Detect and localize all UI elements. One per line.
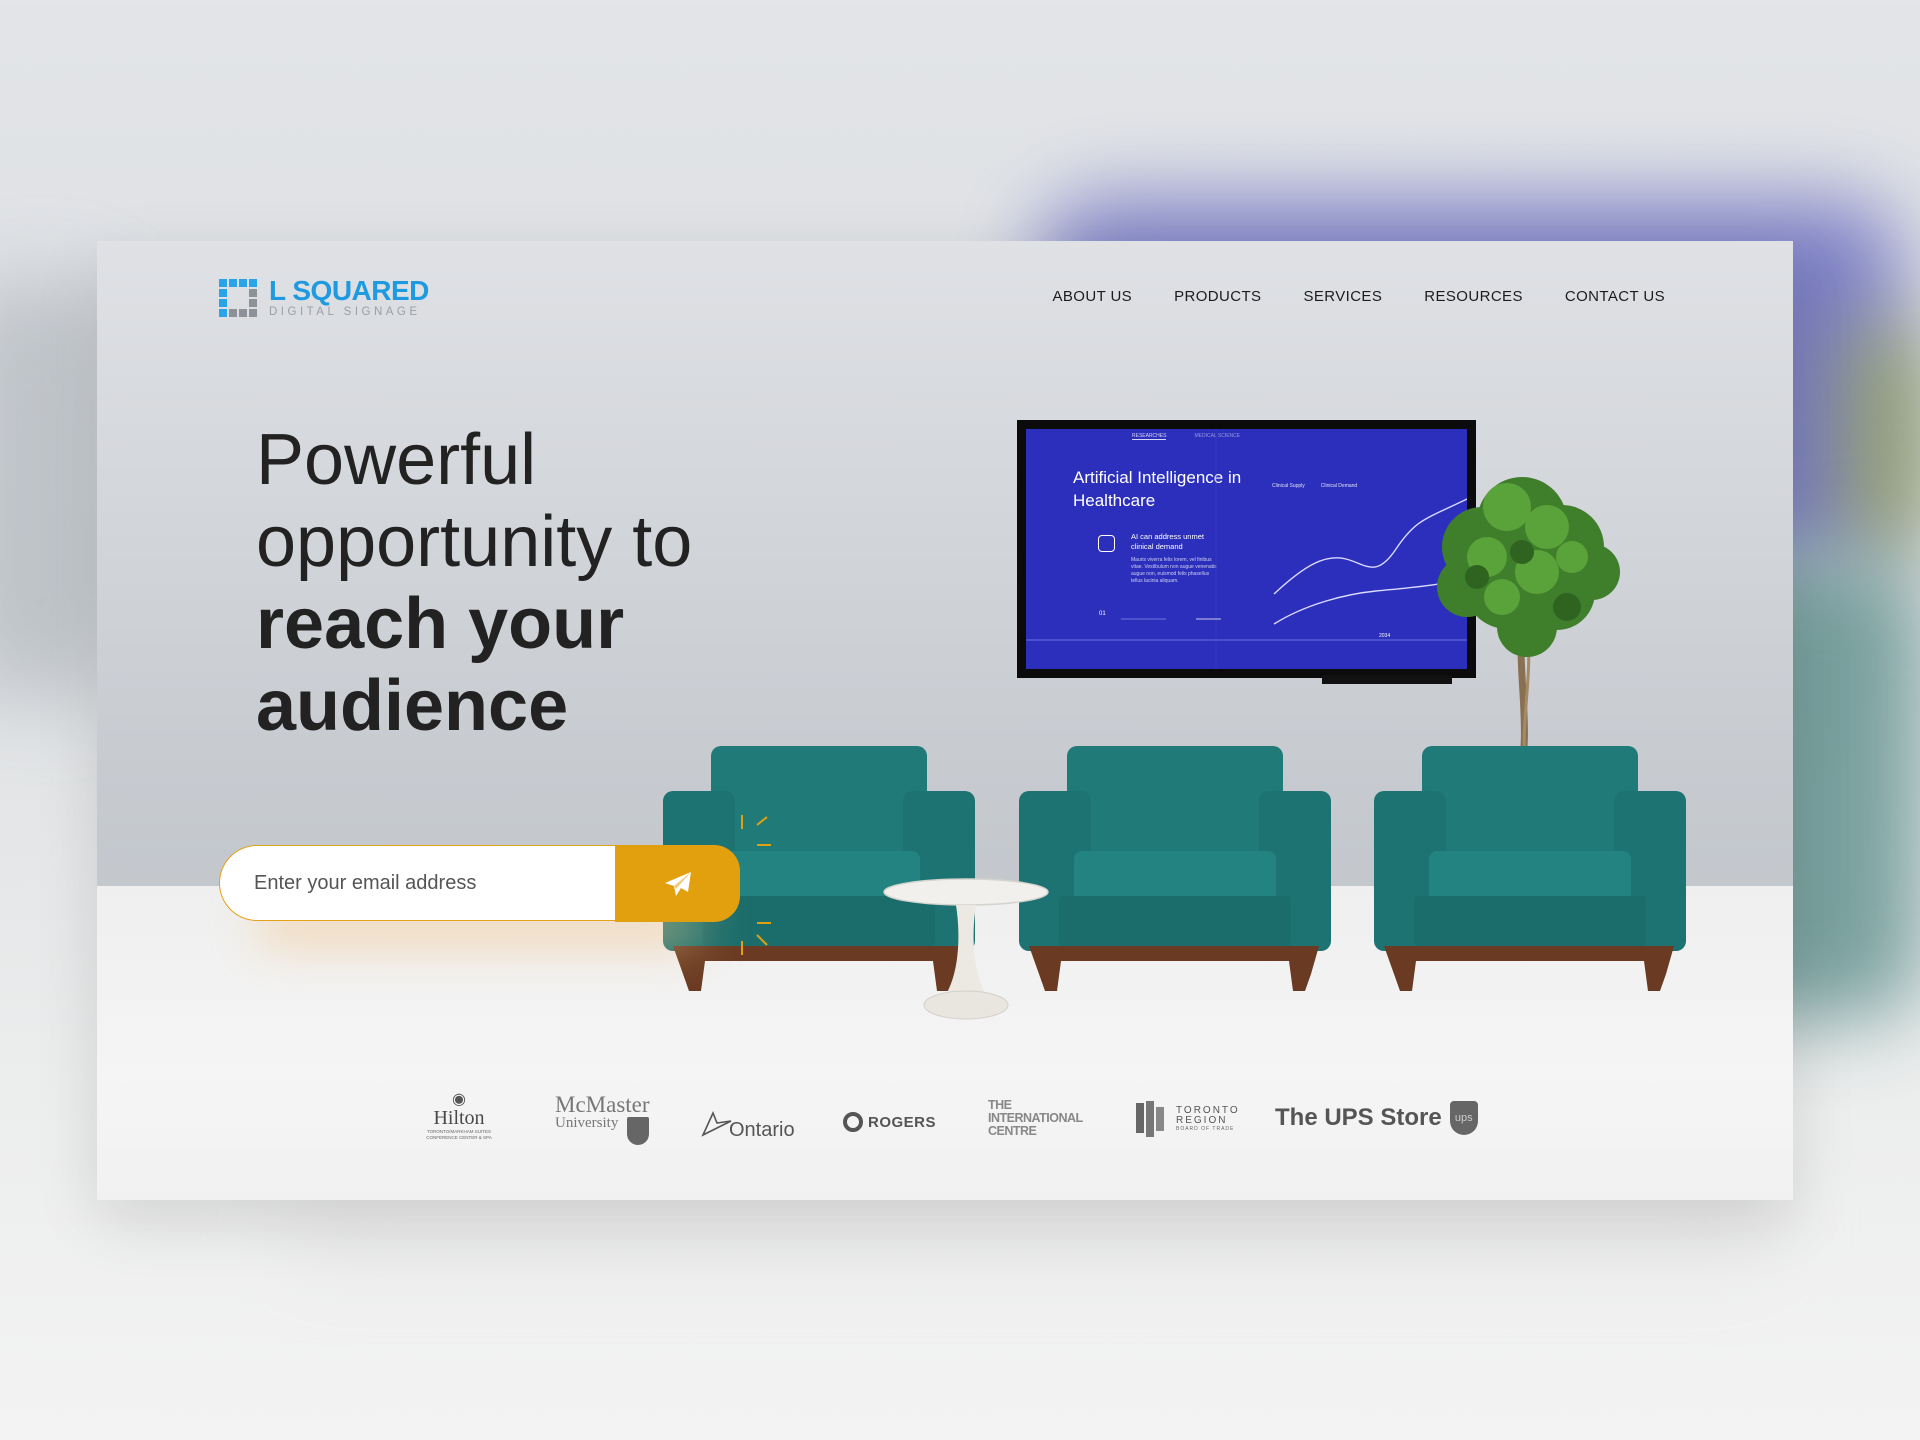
hilton-emblem-icon: ◉ bbox=[452, 1091, 466, 1108]
main-nav: ABOUT US PRODUCTS SERVICES RESOURCES CON… bbox=[1052, 288, 1665, 305]
hero-line: Powerful bbox=[256, 420, 537, 500]
paper-plane-icon bbox=[664, 871, 691, 896]
brand-tagline: DIGITAL SIGNAGE bbox=[269, 306, 421, 318]
nav-resources[interactable]: RESOURCES bbox=[1424, 288, 1523, 305]
landing-page-card: L SQUARED DIGITAL SIGNAGE ABOUT US PRODU… bbox=[97, 241, 1793, 1200]
trillium-icon bbox=[701, 1110, 732, 1137]
toronto-region-icon bbox=[1136, 1101, 1164, 1137]
armchair-right bbox=[1374, 746, 1686, 991]
nav-about-us[interactable]: ABOUT US bbox=[1052, 288, 1132, 305]
brand-name: L SQUARED bbox=[269, 275, 429, 306]
background-blur bbox=[1840, 320, 1920, 560]
logo-hilton: ◉ Hilton TORONTO/MARKHAM SUITES CONFEREN… bbox=[419, 1091, 499, 1141]
armchair-center bbox=[1019, 746, 1331, 991]
logo-international-centre: THE INTERNATIONAL CENTRE bbox=[988, 1098, 1083, 1138]
mcmaster-crest-icon bbox=[627, 1117, 649, 1145]
brand-logo[interactable]: L SQUARED DIGITAL SIGNAGE bbox=[219, 277, 429, 319]
logo-mark-icon bbox=[219, 279, 257, 317]
nav-contact-us[interactable]: CONTACT US bbox=[1565, 288, 1665, 305]
tv-screen: RESEARCHES MEDICAL SCIENCE Artificial In… bbox=[1026, 429, 1467, 669]
nav-products[interactable]: PRODUCTS bbox=[1174, 288, 1261, 305]
ups-shield-icon: ups bbox=[1449, 1101, 1478, 1135]
hero-line: audience bbox=[256, 666, 569, 746]
client-logos: ◉ Hilton TORONTO/MARKHAM SUITES CONFEREN… bbox=[97, 1089, 1793, 1159]
email-input[interactable] bbox=[219, 845, 615, 921]
email-signup bbox=[219, 815, 771, 955]
screen-chart-lines bbox=[1026, 429, 1467, 669]
sparkle-lines-icon bbox=[741, 815, 771, 955]
logo-rogers: ROGERS bbox=[842, 1111, 936, 1133]
logo-mcmaster: McMaster University bbox=[555, 1093, 650, 1145]
hero-headline: Powerful opportunity to reach your audie… bbox=[256, 419, 692, 747]
logo-toronto-region: TORONTO REGION BOARD OF TRADE bbox=[1132, 1099, 1238, 1139]
hero-line: opportunity to bbox=[256, 502, 693, 582]
nav-services[interactable]: SERVICES bbox=[1303, 288, 1382, 305]
logo-ups-store: The UPS Store ups bbox=[1275, 1101, 1478, 1135]
rogers-icon bbox=[843, 1112, 863, 1132]
side-table bbox=[883, 878, 1049, 1020]
submit-email-button[interactable] bbox=[615, 845, 740, 922]
logo-ontario: Ontario bbox=[699, 1105, 795, 1142]
hero-line: reach your bbox=[256, 584, 625, 664]
